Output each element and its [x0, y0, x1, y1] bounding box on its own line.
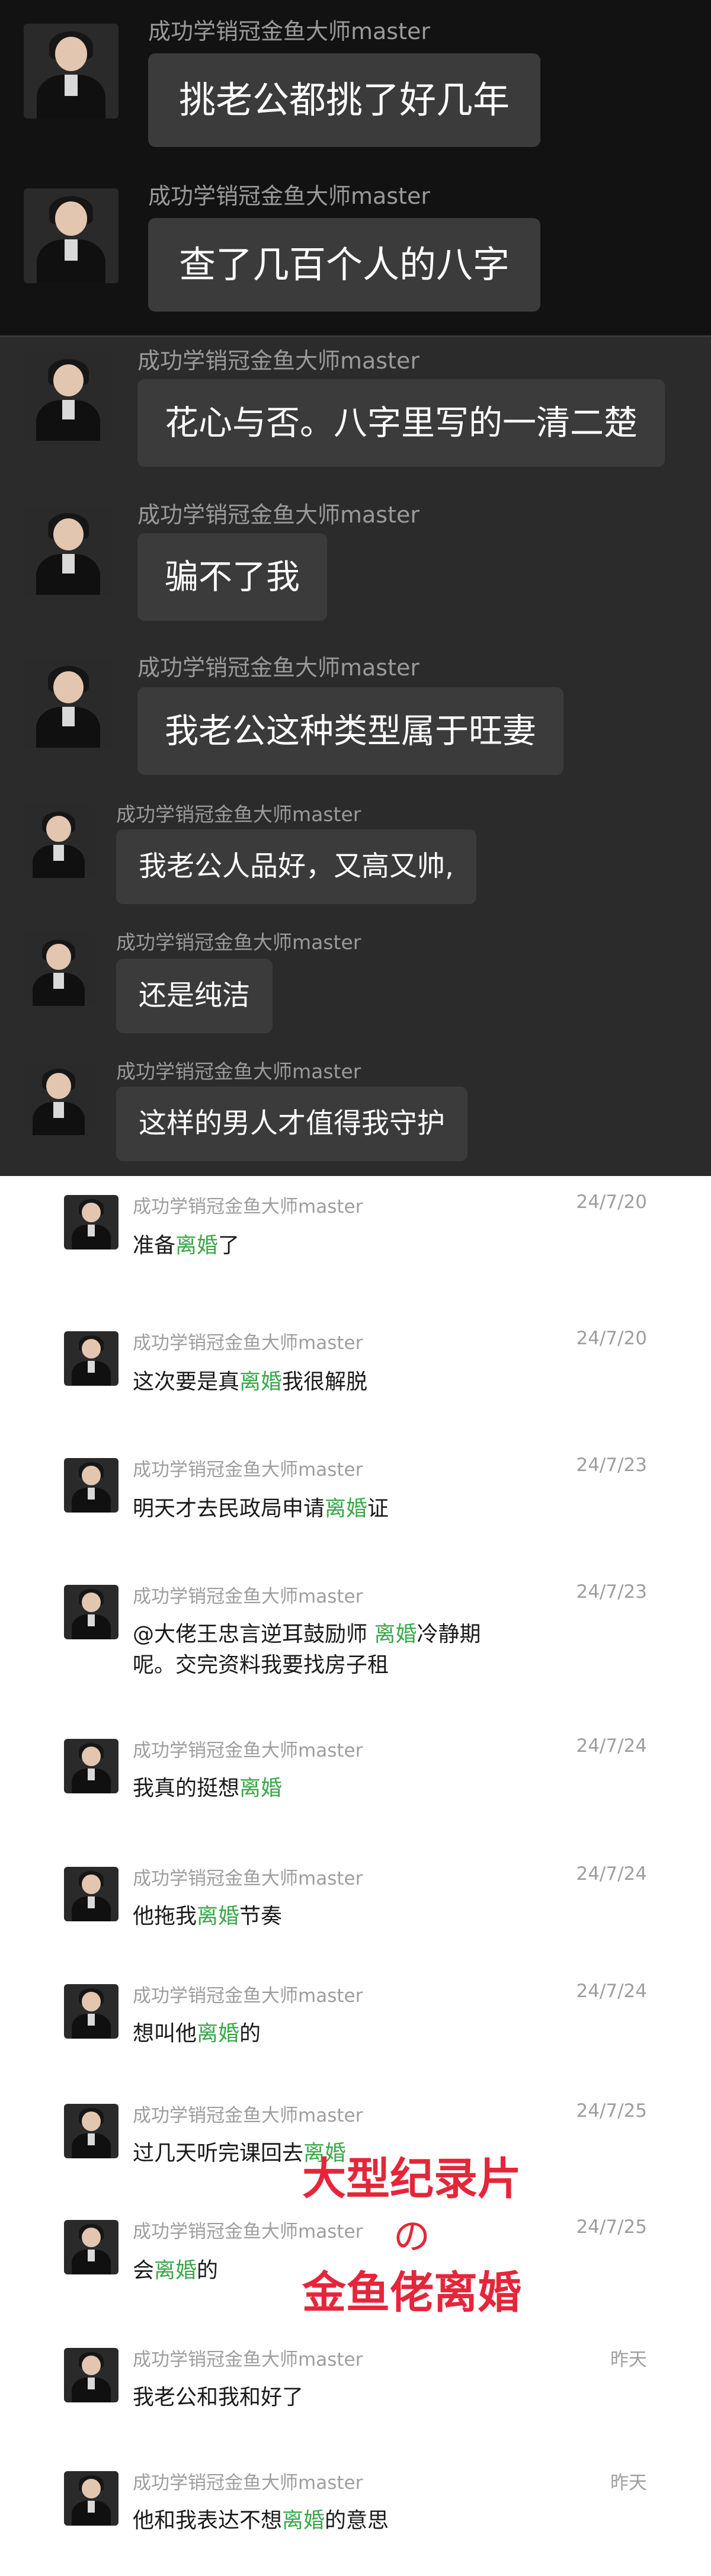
avatar[interactable] — [24, 24, 118, 118]
message-bubble[interactable]: 我老公这种类型属于旺妻 — [137, 687, 563, 775]
avatar[interactable] — [64, 2104, 118, 2158]
light-chat-section: 成功学销冠金鱼大师master 24/7/20 准备离婚了 成功学销冠金鱼大师m… — [0, 1176, 711, 2576]
sender-name: 成功学销冠金鱼大师master — [133, 1740, 363, 1761]
message-date: 24/7/23 — [576, 1454, 647, 1476]
sender-name: 成功学销冠金鱼大师master — [148, 18, 431, 44]
avatar[interactable] — [64, 2220, 118, 2274]
highlighted-keyword: 离婚 — [239, 1776, 283, 1800]
highlighted-keyword: 离婚 — [197, 1904, 240, 1928]
message-date: 24/7/24 — [576, 1981, 647, 2002]
sender-name: 成功学销冠金鱼大师master — [116, 931, 361, 954]
message-date: 24/7/20 — [576, 1191, 647, 1213]
avatar[interactable] — [64, 1331, 118, 1386]
message-bubble[interactable]: 查了几百个人的八字 — [148, 218, 541, 312]
sender-name: 成功学销冠金鱼大师master — [148, 183, 431, 209]
sender-name: 成功学销冠金鱼大师master — [116, 1060, 361, 1083]
avatar[interactable] — [64, 1585, 118, 1639]
sender-name: 成功学销冠金鱼大师master — [133, 1459, 363, 1481]
avatar[interactable] — [24, 506, 113, 595]
sender-name: 成功学销冠金鱼大师master — [133, 1332, 363, 1354]
message-text[interactable]: 明天才去民政局申请离婚证 — [133, 1494, 389, 1524]
highlighted-keyword: 离婚 — [175, 1233, 219, 1258]
avatar[interactable] — [64, 2348, 118, 2402]
message-text[interactable]: 我老公和我和好了 — [133, 2382, 303, 2413]
message-date: 24/7/20 — [576, 1328, 647, 1349]
avatar[interactable] — [64, 1195, 118, 1249]
sender-name: 成功学销冠金鱼大师master — [137, 655, 420, 681]
message-text[interactable]: 我真的挺想离婚 — [133, 1773, 282, 1804]
sender-name: 成功学销冠金鱼大师master — [137, 348, 420, 374]
avatar[interactable] — [23, 934, 95, 1006]
message-bubble[interactable]: 花心与否。八字里写的一清二楚 — [137, 379, 665, 467]
highlighted-keyword: 离婚 — [197, 2021, 240, 2046]
sender-name: 成功学销冠金鱼大师master — [133, 1586, 363, 1607]
avatar[interactable] — [64, 1458, 118, 1513]
message-date: 昨天 — [610, 2349, 647, 2370]
sender-name: 成功学销冠金鱼大师master — [133, 1868, 363, 1889]
message-bubble[interactable]: 我老公人品好，又高又帅, — [116, 829, 476, 904]
message-bubble[interactable]: 骗不了我 — [137, 533, 327, 621]
message-bubble[interactable]: 这样的男人才值得我守护 — [116, 1087, 467, 1161]
overlay-caption-title: 大型纪录片 — [302, 2154, 521, 2205]
avatar[interactable] — [24, 659, 113, 748]
highlighted-keyword: 离婚 — [374, 1622, 417, 1646]
highlighted-keyword: 离婚 — [239, 1370, 283, 1394]
sender-name: 成功学销冠金鱼大师master — [133, 1985, 363, 2007]
avatar[interactable] — [24, 352, 113, 441]
avatar[interactable] — [64, 1867, 118, 1921]
avatar[interactable] — [24, 188, 118, 283]
message-text[interactable]: 他拖我离婚节奏 — [133, 1901, 282, 1932]
highlighted-keyword: 离婚 — [325, 1497, 368, 1521]
message-text[interactable]: 想叫他离婚的 — [133, 2018, 261, 2049]
dark-chat-section: 成功学销冠金鱼大师master 挑老公都挑了好几年 成功学销冠金鱼大师maste… — [0, 0, 711, 1176]
message-bubble[interactable]: 挑老公都挑了好几年 — [148, 53, 541, 147]
overlay-caption-subtitle: 金鱼佬离婚 — [302, 2267, 521, 2318]
avatar[interactable] — [23, 806, 95, 878]
message-date: 24/7/24 — [576, 1735, 647, 1757]
sender-name: 成功学销冠金鱼大师master — [133, 2349, 363, 2370]
highlighted-keyword: 离婚 — [154, 2258, 197, 2283]
message-date: 24/7/25 — [576, 2100, 647, 2122]
message-date: 昨天 — [610, 2472, 647, 2494]
sender-name: 成功学销冠金鱼大师master — [133, 1196, 363, 1217]
message-bubble[interactable]: 还是纯洁 — [116, 959, 273, 1033]
sender-name: 成功学销冠金鱼大师master — [133, 2472, 363, 2494]
screenshot-divider — [0, 335, 711, 337]
message-date: 24/7/24 — [576, 1863, 647, 1885]
sender-name: 成功学销冠金鱼大师master — [137, 502, 420, 528]
message-text[interactable]: 准备离婚了 — [133, 1231, 239, 1261]
avatar[interactable] — [64, 1984, 118, 2039]
message-date: 24/7/23 — [576, 1581, 647, 1603]
sender-name: 成功学销冠金鱼大师master — [133, 2105, 363, 2126]
avatar[interactable] — [64, 1739, 118, 1793]
message-text[interactable]: 这次要是真离婚我很解脱 — [133, 1367, 367, 1398]
sender-name: 成功学销冠金鱼大师master — [116, 803, 361, 826]
avatar[interactable] — [23, 1063, 95, 1135]
message-text[interactable]: 他和我表达不想离婚的意思 — [133, 2505, 389, 2536]
message-text[interactable]: @大佬王忠言逆耳鼓励师 离婚冷静期 呢。交完资料我要找房子租 — [133, 1619, 481, 1681]
highlighted-keyword: 离婚 — [282, 2508, 325, 2533]
overlay-caption-connector: の — [393, 2215, 430, 2258]
avatar[interactable] — [64, 2471, 118, 2526]
